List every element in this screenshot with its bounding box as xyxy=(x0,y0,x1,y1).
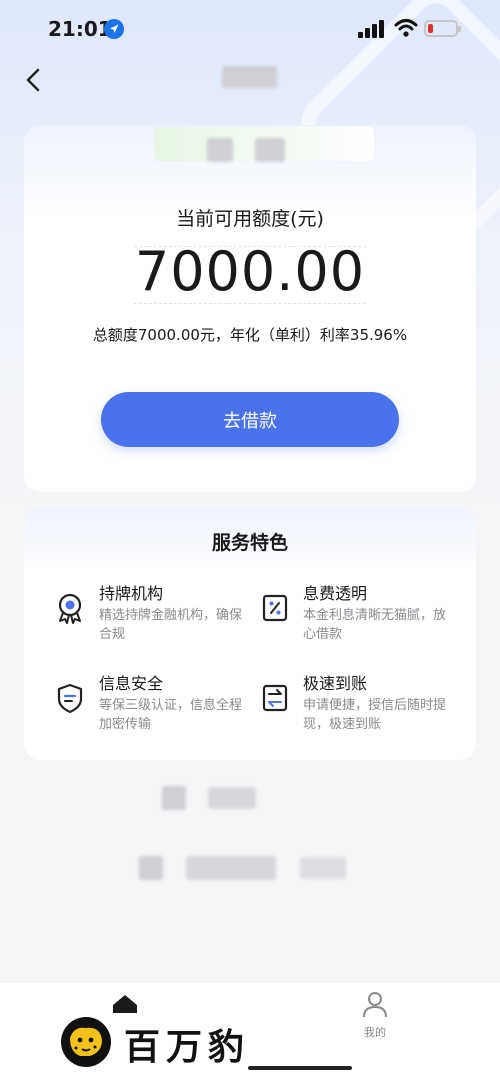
shield-icon xyxy=(57,683,83,714)
home-icon xyxy=(113,995,137,1013)
available-credit-label: 当前可用额度(元) xyxy=(176,208,324,230)
partner-name-redacted xyxy=(207,138,233,162)
feature-title: 息费透明 xyxy=(303,584,368,603)
footer-info-redacted xyxy=(208,787,256,809)
chevron-left-icon xyxy=(26,68,40,92)
footer-info-redacted xyxy=(139,856,163,880)
signal-icon xyxy=(358,20,386,38)
footer-info-redacted xyxy=(300,857,346,879)
licensed-medal-icon xyxy=(58,593,82,624)
home-indicator xyxy=(248,1066,352,1070)
footer-info-redacted xyxy=(162,786,186,810)
wifi-icon xyxy=(394,19,418,37)
page-title-redacted xyxy=(222,66,277,88)
percent-doc-icon xyxy=(262,594,288,622)
credit-summary: 总额度7000.00元，年化（单利）利率35.96% xyxy=(92,326,408,344)
borrow-button[interactable]: 去借款 xyxy=(101,392,399,447)
feature-title: 极速到账 xyxy=(303,674,368,693)
available-credit-amount: 7000.00 xyxy=(134,240,366,303)
leopard-logo-icon xyxy=(61,1017,111,1067)
back-button[interactable] xyxy=(18,62,50,98)
status-bar: 21:01 xyxy=(0,0,500,60)
feature-desc: 本金利息清晰无猫腻，放心借款 xyxy=(303,608,447,642)
feature-desc: 申请便捷，授信后随时提现，极速到账 xyxy=(303,698,447,732)
partner-name-redacted xyxy=(255,138,285,162)
services-title: 服务特色 xyxy=(211,532,288,554)
user-icon[interactable] xyxy=(362,990,388,1018)
location-icon xyxy=(104,19,124,39)
feature-title: 持牌机构 xyxy=(99,584,164,603)
feature-title: 信息安全 xyxy=(99,674,164,693)
footer-info-redacted xyxy=(186,856,276,880)
battery-icon xyxy=(424,20,461,37)
watermark-text: 百万豹 xyxy=(124,1026,251,1068)
feature-desc: 等保三级认证，信息全程加密传输 xyxy=(99,698,243,732)
tab-home[interactable] xyxy=(110,991,140,1015)
tab-mine-label[interactable]: 我的 xyxy=(355,1024,395,1040)
transfer-icon xyxy=(262,684,288,712)
status-time: 21:01 xyxy=(48,17,112,41)
feature-desc: 精选持牌金融机构，确保合规 xyxy=(99,608,243,642)
